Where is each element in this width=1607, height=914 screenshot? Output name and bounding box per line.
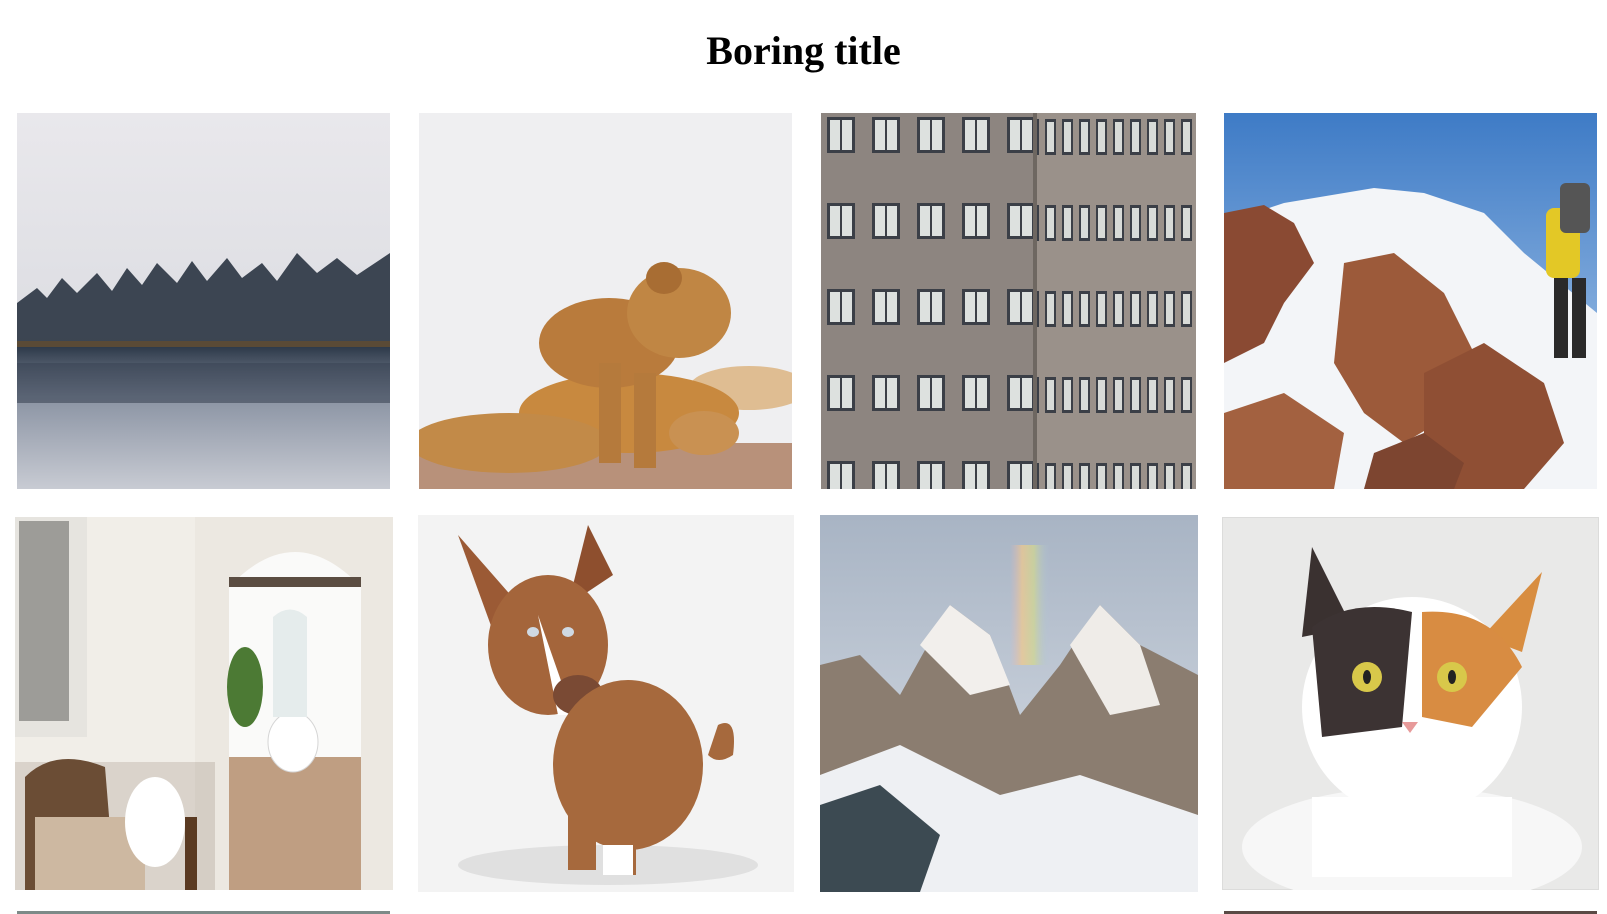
- gallery-image-misty-forest-lake[interactable]: [17, 113, 390, 489]
- gallery-image-lion-cubs[interactable]: [419, 113, 792, 489]
- gallery-image-brown-dog-sitting[interactable]: [418, 515, 794, 892]
- gallery-image-bright-hallway-bathroom[interactable]: [15, 517, 393, 890]
- gallery-image-snowy-mountain-climber[interactable]: [1224, 113, 1597, 489]
- gallery-image-calico-cat[interactable]: [1222, 517, 1599, 890]
- page-title: Boring title: [706, 28, 901, 73]
- gallery-image-snowy-mountain-peaks-rainbow[interactable]: [820, 515, 1198, 892]
- gallery-image-office-building-windows[interactable]: [821, 113, 1196, 489]
